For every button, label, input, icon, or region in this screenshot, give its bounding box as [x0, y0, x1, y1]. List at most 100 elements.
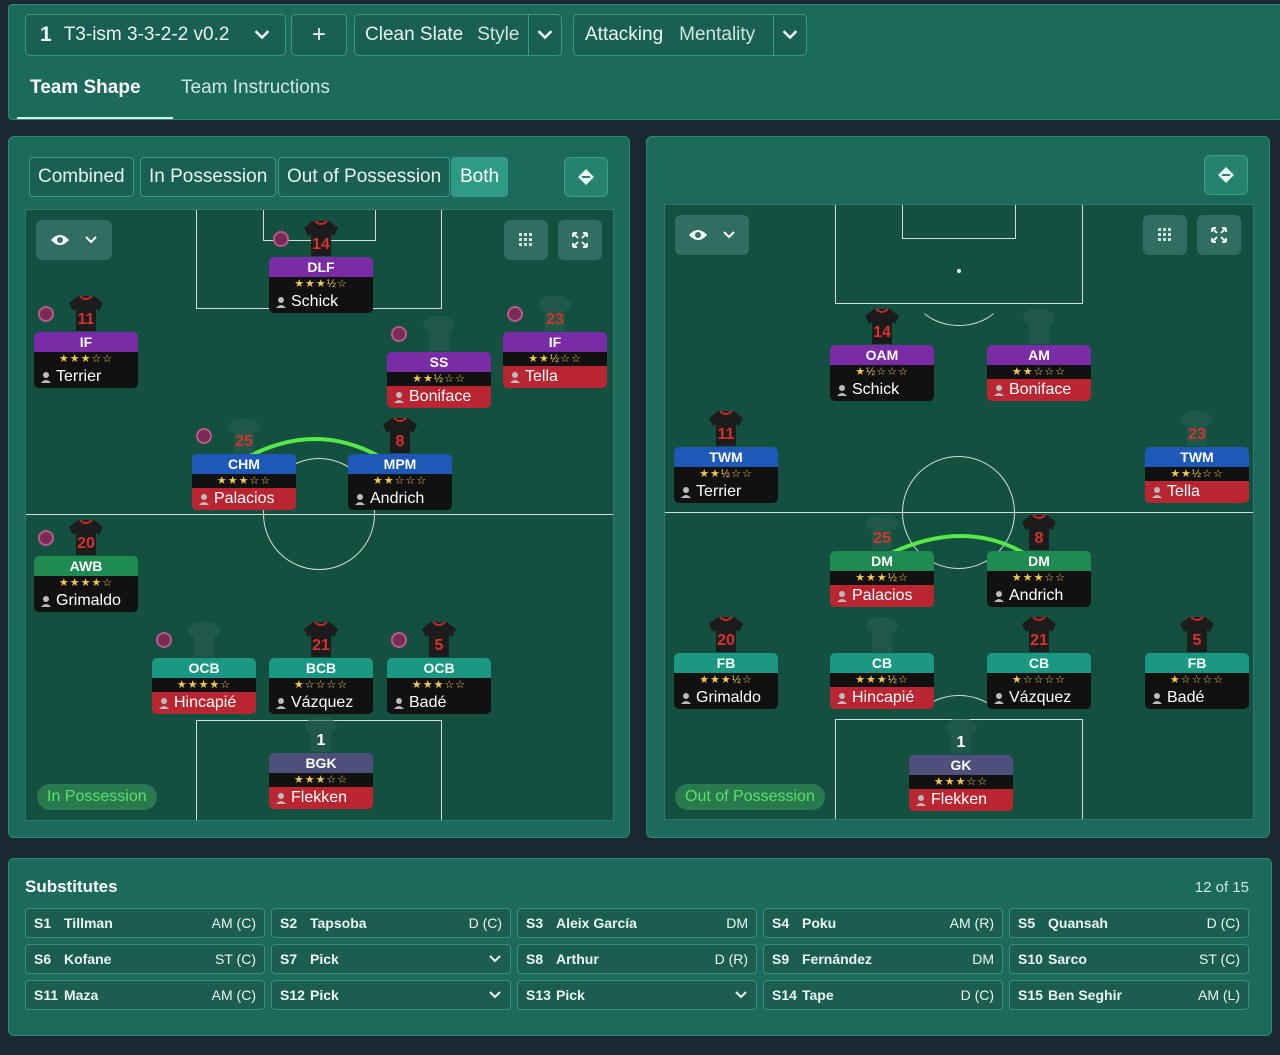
role-rating: ★★★☆☆	[987, 571, 1091, 585]
substitute-slot[interactable]: S7 Pick	[271, 944, 511, 974]
substitute-slot[interactable]: S11 Maza AM (C)	[25, 980, 265, 1010]
substitute-slot[interactable]: S3 Aleix García DM	[517, 908, 757, 938]
substitute-slot[interactable]: S4 Poku AM (R)	[763, 908, 1003, 938]
sub-slot-number: S8	[526, 951, 544, 967]
player-card[interactable]: 8 DM ★★★☆☆ Andrich	[987, 514, 1091, 607]
grid-toggle-button[interactable]	[1143, 215, 1187, 255]
player-card[interactable]: 21 CB ★☆☆☆☆ Vázquez	[987, 616, 1091, 709]
substitutes-title: Substitutes	[25, 877, 118, 896]
player-card[interactable]: 1 GK ★★★☆☆ Flekken	[909, 719, 1013, 811]
player-name: Flekken	[291, 789, 348, 806]
role-rating: ★★★☆☆	[34, 352, 138, 366]
view-combined[interactable]: Combined	[29, 157, 134, 197]
shirt-icon: 25	[227, 418, 261, 453]
player-name: Palacios	[214, 490, 275, 507]
mentality-selector[interactable]: Attacking Mentality	[573, 14, 807, 56]
view-out-of-possession[interactable]: Out of Possession	[278, 157, 451, 197]
shirt-icon	[1022, 309, 1056, 344]
visibility-dropdown[interactable]	[36, 220, 112, 260]
player-card[interactable]: 23 IF ★★½☆☆ Tella	[503, 296, 607, 388]
player-name-row: Andrich	[348, 488, 452, 510]
shirt-icon: 8	[1022, 514, 1056, 550]
shirt-number: 25	[235, 433, 253, 450]
substitute-slot[interactable]: S1 Tillman AM (C)	[25, 908, 265, 938]
player-name-row: Terrier	[674, 481, 778, 503]
role-rating: ★★★★☆	[34, 576, 138, 590]
plus-icon: +	[311, 21, 326, 48]
substitute-slot[interactable]: S8 Arthur D (R)	[517, 944, 757, 974]
tactics-board-button[interactable]	[1204, 155, 1248, 195]
add-tactic-button[interactable]: +	[291, 14, 347, 56]
player-card[interactable]: SS ★★½☆☆ Boniface	[387, 316, 491, 408]
substitute-slot[interactable]: S13 Pick	[517, 980, 757, 1010]
substitute-slot[interactable]: S2 Tapsoba D (C)	[271, 908, 511, 938]
grid-icon	[1158, 228, 1171, 241]
expand-button[interactable]	[1197, 215, 1241, 255]
tactic-name: T3-ism 3-3-2-2 v0.2	[63, 24, 230, 45]
substitute-slot[interactable]: S14 Tape D (C)	[763, 980, 1003, 1010]
divider	[773, 15, 774, 55]
substitute-slot[interactable]: S15 Ben Seghir AM (L)	[1009, 980, 1249, 1010]
role-label: GK	[909, 755, 1013, 775]
shirt-icon	[865, 617, 899, 652]
substitute-slot[interactable]: S6 Kofane ST (C)	[25, 944, 265, 974]
tactics-board-button[interactable]	[564, 157, 608, 197]
player-card[interactable]: 20 AWB ★★★★☆ Grimaldo	[34, 519, 138, 612]
player-card[interactable]: 5 FB ★☆☆☆☆ Badé	[1145, 616, 1249, 709]
player-card[interactable]: 25 CHM ★★★☆☆ Palacios	[192, 418, 296, 510]
person-icon	[276, 297, 286, 308]
active-tab-indicator	[17, 117, 173, 119]
morale-icon	[391, 326, 407, 342]
expand-button[interactable]	[558, 220, 602, 260]
chevron-down-icon	[85, 236, 97, 244]
substitute-slot[interactable]: S9 Fernández DM	[763, 944, 1003, 974]
tab-bar: Team Shape Team Instructions	[9, 63, 1280, 121]
tab-team-shape[interactable]: Team Shape	[30, 77, 141, 99]
player-card[interactable]: 14 OAM ★½☆☆☆ Schick	[830, 308, 934, 401]
player-card[interactable]: CB ★★★½☆ Hincapié	[830, 617, 934, 709]
player-card[interactable]: 20 FB ★★★½☆ Grimaldo	[674, 616, 778, 709]
sub-player-name: Aleix García	[556, 915, 637, 931]
role-label: MPM	[348, 454, 452, 474]
player-name: Terrier	[696, 483, 742, 500]
player-card[interactable]: 21 BCB ★☆☆☆☆ Vázquez	[269, 621, 373, 714]
player-name: Schick	[291, 293, 339, 310]
style-selector[interactable]: Clean Slate Style	[354, 14, 562, 56]
visibility-dropdown[interactable]	[675, 215, 749, 255]
player-name-row: Schick	[269, 291, 373, 313]
substitute-slot[interactable]: S12 Pick	[271, 980, 511, 1010]
shirt-number: 11	[78, 311, 95, 328]
sub-slot-number: S7	[280, 951, 298, 967]
sub-slot-number: S4	[772, 915, 790, 931]
person-icon	[510, 372, 520, 383]
player-card[interactable]: OCB ★★★★☆ Hincapié	[152, 622, 256, 714]
view-both[interactable]: Both	[451, 157, 509, 197]
grid-toggle-button[interactable]	[504, 220, 548, 260]
player-card[interactable]: 11 TWM ★★½☆☆ Terrier	[674, 410, 778, 503]
substitute-slot[interactable]: S10 Sarco ST (C)	[1009, 944, 1249, 974]
role-rating: ★☆☆☆☆	[1145, 673, 1249, 687]
player-card[interactable]: 1 BGK ★★★☆☆ Flekken	[269, 717, 373, 809]
mentality-value: Attacking	[585, 24, 664, 45]
player-card[interactable]: 11 IF ★★★☆☆ Terrier	[34, 295, 138, 388]
player-name-row: Badé	[1145, 687, 1249, 709]
player-name-row: Tella	[503, 366, 607, 388]
player-card[interactable]: 14 DLF ★★★½☆ Schick	[269, 220, 373, 313]
player-card[interactable]: 25 DM ★★★½☆ Palacios	[830, 515, 934, 607]
role-label: OCB	[387, 658, 491, 678]
tab-team-instructions[interactable]: Team Instructions	[181, 77, 330, 99]
player-name: Hincapié	[174, 694, 237, 711]
person-icon	[394, 392, 404, 403]
player-card[interactable]: 8 MPM ★★☆☆☆ Andrich	[348, 417, 452, 510]
substitute-slot[interactable]: S5 Quansah D (C)	[1009, 908, 1249, 938]
role-rating: ★☆☆☆☆	[987, 673, 1091, 687]
player-name: Badé	[1167, 689, 1205, 706]
player-card[interactable]: AM ★★☆☆☆ Boniface	[987, 309, 1091, 401]
role-label: TWM	[1145, 447, 1249, 467]
sub-player-name: Ben Seghir	[1048, 987, 1122, 1003]
tactic-selector[interactable]: 1 T3-ism 3-3-2-2 v0.2	[25, 14, 286, 56]
player-card[interactable]: 5 OCB ★★★☆☆ Badé	[387, 621, 491, 714]
player-name: Grimaldo	[696, 689, 761, 706]
view-in-possession[interactable]: In Possession	[140, 157, 277, 197]
player-card[interactable]: 23 TWM ★★½☆☆ Tella	[1145, 411, 1249, 503]
